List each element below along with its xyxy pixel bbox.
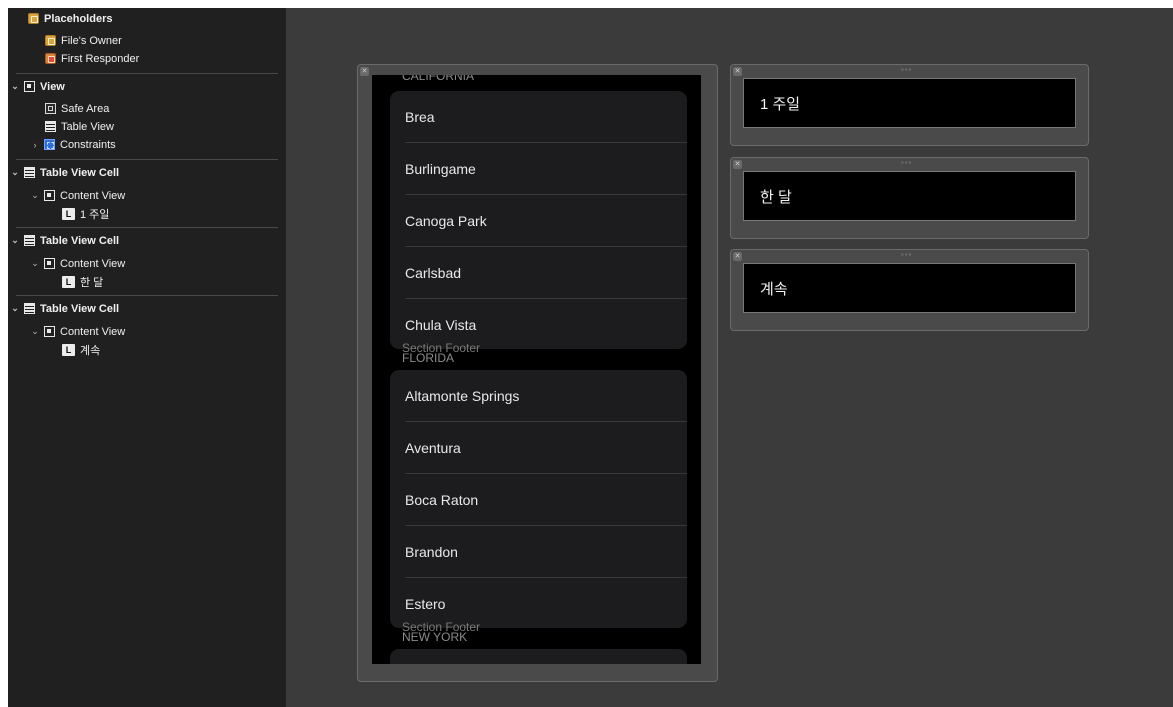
resize-handle-icon[interactable]: ▪▪▪ [901,65,913,74]
close-scene-icon[interactable]: ✕ [733,252,742,261]
label-icon: L [62,343,75,356]
label-icon: L [62,207,75,220]
safe-area-icon [45,103,56,114]
prototype-cell-scene[interactable]: ✕ ▪▪▪ 계속 [730,249,1089,331]
resize-handle-icon[interactable]: ▪▪▪ [901,250,913,259]
disclosure-open-icon[interactable]: ⌄ [30,326,40,337]
outline-divider [16,227,278,228]
table-view-cell-icon [24,167,35,178]
section-header-new-york: NEW YORK [402,630,468,644]
disclosure-open-icon[interactable]: ⌄ [10,303,20,314]
interface-builder-canvas[interactable]: ✕ CALIFORNIA Brea Burlingame Canoga Park… [286,8,1173,707]
close-scene-icon[interactable]: ✕ [733,67,742,76]
document-outline: Placeholders File's Owner First Responde… [8,8,286,707]
resize-handle-icon[interactable]: ▪▪▪ [901,158,913,167]
disclosure-open-icon[interactable]: ⌄ [10,81,20,92]
outline-label: Table View Cell [40,302,120,315]
outline-label: Table View Cell [40,234,120,247]
section-header-florida: FLORIDA [402,351,455,365]
disclosure-open-icon[interactable]: ⌄ [30,258,40,269]
outline-divider [16,159,278,160]
outline-item-first-responder[interactable]: First Responder [45,50,139,67]
section-group [390,649,687,664]
close-scene-icon[interactable]: ✕ [733,160,742,169]
outline-label: 한 달 [80,276,104,289]
outline-item-label[interactable]: L 1 주일 [62,205,109,222]
prototype-cell-scene[interactable]: ✕ ▪▪▪ 한 달 [730,157,1089,239]
outline-divider [16,295,278,296]
outline-label: Placeholders [44,12,113,25]
outline-item-placeholders[interactable]: Placeholders [28,10,112,27]
table-view-cell-icon [24,235,35,246]
disclosure-open-icon[interactable]: ⌄ [10,167,20,178]
outline-label: Content View [60,257,126,270]
table-view-icon [45,121,56,132]
outline-label: 계속 [80,344,101,357]
content-view-icon [44,258,55,269]
outline-item-content-view[interactable]: ⌄ Content View [30,323,125,340]
outline-label: File's Owner [61,34,122,47]
outline-label: View [40,80,65,93]
outline-item-safe-area[interactable]: Safe Area [45,100,109,117]
outline-label: 1 주일 [80,208,110,221]
outline-divider [16,73,278,74]
outline-item-table-view-cell[interactable]: ⌄ Table View Cell [10,232,119,249]
outline-item-files-owner[interactable]: File's Owner [45,32,122,49]
prototype-cell-label[interactable]: 한 달 [743,171,1076,221]
table-row[interactable]: Canoga Park [390,195,687,246]
label-icon: L [62,275,75,288]
outline-item-label[interactable]: L 계속 [62,341,100,358]
outline-item-label[interactable]: L 한 달 [62,273,103,290]
outline-item-constraints[interactable]: › Constraints [30,136,116,153]
prototype-cell-label[interactable]: 계속 [743,263,1076,313]
section-group: Altamonte Springs Aventura Boca Raton Br… [390,370,687,628]
close-scene-icon[interactable]: ✕ [360,67,369,76]
table-view-preview[interactable]: CALIFORNIA Brea Burlingame Canoga Park C… [372,75,701,664]
section-header-california: CALIFORNIA [402,75,475,83]
placeholder-cube-icon [28,13,39,24]
prototype-cell-scene[interactable]: ✕ ▪▪▪ 1 주일 [730,64,1089,146]
table-row[interactable]: Altamonte Springs [390,370,687,421]
outline-label: Safe Area [61,102,110,115]
view-scene[interactable]: ✕ CALIFORNIA Brea Burlingame Canoga Park… [357,64,718,682]
table-row[interactable]: Brandon [390,526,687,577]
view-icon [24,81,35,92]
content-view-icon [44,326,55,337]
outline-label: Table View [61,120,114,133]
outline-label: Content View [60,325,126,338]
table-row[interactable]: Aventura [390,422,687,473]
outline-item-table-view-cell[interactable]: ⌄ Table View Cell [10,300,119,317]
table-view-cell-icon [24,303,35,314]
disclosure-open-icon[interactable]: ⌄ [10,235,20,246]
outline-label: Table View Cell [40,166,120,179]
section-group: Brea Burlingame Canoga Park Carlsbad Chu… [390,91,687,349]
table-row[interactable]: Burlingame [390,143,687,194]
outline-label: First Responder [61,52,140,65]
outline-label: Content View [60,189,126,202]
constraints-icon [44,139,55,150]
content-view-icon [44,190,55,201]
outline-item-view[interactable]: ⌄ View [10,78,65,95]
disclosure-closed-icon[interactable]: › [30,140,40,150]
outline-item-content-view[interactable]: ⌄ Content View [30,187,125,204]
table-row[interactable]: Brea [390,91,687,142]
disclosure-open-icon[interactable]: ⌄ [30,190,40,201]
files-owner-cube-icon [45,35,56,46]
outline-label: Constraints [60,138,116,151]
first-responder-cube-icon [45,53,56,64]
outline-item-table-view[interactable]: Table View [45,118,114,135]
outline-item-table-view-cell[interactable]: ⌄ Table View Cell [10,164,119,181]
table-row[interactable]: Boca Raton [390,474,687,525]
prototype-cell-label[interactable]: 1 주일 [743,78,1076,128]
outline-item-content-view[interactable]: ⌄ Content View [30,255,125,272]
table-row[interactable]: Carlsbad [390,247,687,298]
